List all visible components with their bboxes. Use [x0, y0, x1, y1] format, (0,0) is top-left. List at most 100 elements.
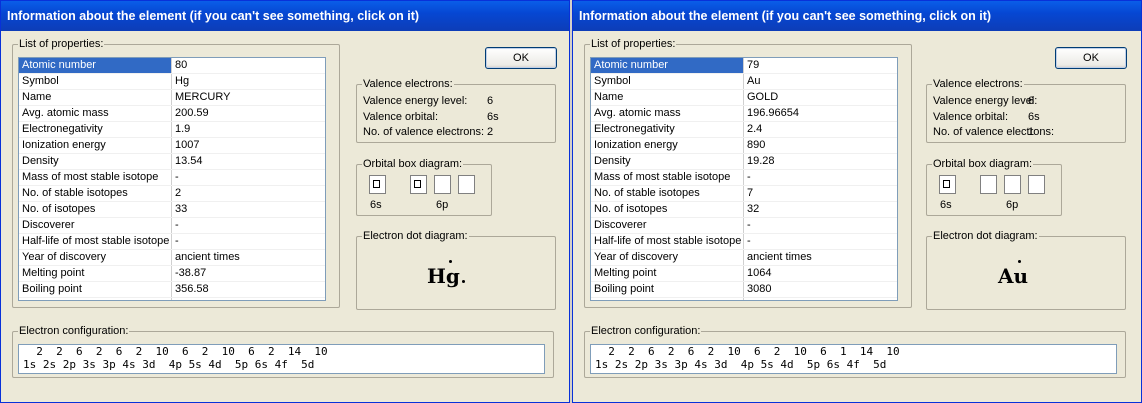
orbital-box-6p-2 [434, 175, 451, 194]
electron-dot-group[interactable]: Electron dot diagram: Au [926, 230, 1126, 310]
property-row[interactable]: Atomic number 80 [19, 58, 325, 74]
valence-level-value: 6 [487, 95, 494, 107]
property-row[interactable]: Mass of most stable isotope - [19, 170, 325, 186]
property-name: Electronegativity [591, 122, 744, 137]
property-value: 32 [747, 203, 760, 215]
properties-label: List of properties: [590, 38, 677, 50]
property-row[interactable]: Earth crust content0.000008 [19, 298, 325, 300]
property-value: 1064 [747, 267, 772, 279]
property-row[interactable]: Atomic number 79 [591, 58, 897, 74]
property-name: Earth crust content [19, 298, 172, 300]
electron-config-box[interactable]: 2 2 6 2 6 2 10 6 2 10 6 2 14 10 1s 2s 2p… [18, 344, 545, 374]
property-value: MERCURY [175, 91, 231, 103]
property-name: Density [19, 154, 172, 169]
orbital-box-group[interactable]: Orbital box diagram: 6s 6p [356, 158, 492, 216]
property-row[interactable]: No. of isotopes 32 [591, 202, 897, 218]
property-row[interactable]: Half-life of most stable isotope - [19, 234, 325, 250]
electron-config-box[interactable]: 2 2 6 2 6 2 10 6 2 10 6 1 14 10 1s 2s 2p… [590, 344, 1117, 374]
property-value: 0.000008 [172, 298, 221, 300]
orbital-box-label: Orbital box diagram: [362, 158, 464, 170]
property-value: Au [747, 75, 761, 87]
property-name: Discoverer [19, 218, 172, 233]
valence-dot-top [449, 260, 452, 263]
ok-button[interactable]: OK [1055, 47, 1127, 69]
valence-dot-right [462, 280, 465, 283]
property-row[interactable]: Half-life of most stable isotope - [591, 234, 897, 250]
orbital-box-6p-2 [1004, 175, 1021, 194]
property-row[interactable]: Discoverer - [591, 218, 897, 234]
properties-group: List of properties: Atomic number 80 Symbo… [12, 38, 340, 308]
property-row[interactable]: Electronegativity 2.4 [591, 122, 897, 138]
property-name: Half-life of most stable isotope [19, 234, 172, 249]
property-name: Avg. atomic mass [591, 106, 744, 121]
property-row[interactable]: Name MERCURY [19, 90, 325, 106]
properties-table[interactable]: Atomic number 80 Symbol Hg Name MERCURY Avg. a… [18, 57, 326, 301]
properties-table[interactable]: Atomic number 79 Symbol Au Name GOLD Avg. atom… [590, 57, 898, 301]
property-row[interactable]: No. of isotopes 33 [19, 202, 325, 218]
electron-config-group: Electron configuration: 2 2 6 2 6 2 10 6… [584, 325, 1126, 378]
property-name: Half-life of most stable isotope [591, 234, 744, 249]
electron-dot-group[interactable]: Electron dot diagram: Hg [356, 230, 556, 310]
valence-label: Valence electrons: [362, 78, 454, 90]
property-value: 3080 [747, 283, 772, 295]
orbital-box-6s [369, 175, 386, 194]
property-row[interactable]: Name GOLD [591, 90, 897, 106]
property-row[interactable]: Symbol Hg [19, 74, 325, 90]
property-value: 1.9 [175, 123, 191, 135]
property-name: Boiling point [591, 282, 744, 297]
property-row[interactable]: Earth crust content0.0000007 [591, 298, 897, 300]
property-row[interactable]: Year of discovery ancient times [591, 250, 897, 266]
orbital-box-6s [939, 175, 956, 194]
orbital-box-group[interactable]: Orbital box diagram: 6s 6p [926, 158, 1062, 216]
electron-config-label: Electron configuration: [590, 325, 702, 337]
property-row[interactable]: No. of stable isotopes 7 [591, 186, 897, 202]
property-value: 19.28 [747, 155, 775, 167]
property-row[interactable]: Electronegativity 1.9 [19, 122, 325, 138]
property-value: GOLD [747, 91, 779, 103]
property-row[interactable]: Ionization energy 1007 [19, 138, 325, 154]
window-title: Information about the element (if you ca… [573, 1, 1141, 31]
property-row[interactable]: Melting point 1064 [591, 266, 897, 282]
element-symbol: Hg [427, 264, 460, 288]
ok-button[interactable]: OK [485, 47, 557, 69]
property-value: 196.96654 [747, 107, 799, 119]
orbital-p-label: 6p [436, 199, 449, 211]
property-name: Earth crust content [591, 298, 744, 300]
electron-dot-label: Electron dot diagram: [362, 230, 469, 242]
property-name: No. of isotopes [591, 202, 744, 217]
property-value: 1007 [175, 139, 200, 151]
valence-count-value: 1 [1028, 126, 1035, 138]
valence-count-label: No. of valence electrons: [363, 126, 485, 138]
valence-electrons-group: Valence electrons: Valence energy level:… [356, 78, 556, 143]
config-orbitals: 1s 2s 2p 3s 3p 4s 3d 4p 5s 4d 5p 6s 4f 5… [595, 358, 887, 371]
property-row[interactable]: Year of discovery ancient times [19, 250, 325, 266]
property-row[interactable]: No. of stable isotopes 2 [19, 186, 325, 202]
property-value: 890 [747, 139, 766, 151]
element-symbol: Au [998, 264, 1029, 288]
property-row[interactable]: Melting point -38.87 [19, 266, 325, 282]
window-title: Information about the element (if you ca… [1, 1, 569, 31]
electron-up-arrow [414, 180, 421, 188]
property-row[interactable]: Boiling point 356.58 [19, 282, 325, 298]
property-row[interactable]: Density 13.54 [19, 154, 325, 170]
property-row[interactable]: Ionization energy 890 [591, 138, 897, 154]
property-name: Atomic number [591, 58, 744, 73]
property-row[interactable]: Symbol Au [591, 74, 897, 90]
orbital-box-6p-1 [410, 175, 427, 194]
valence-level-value: 6 [1028, 95, 1035, 107]
property-row[interactable]: Density 19.28 [591, 154, 897, 170]
property-value: - [747, 219, 751, 231]
valence-level-label: Valence energy level: [933, 95, 1038, 107]
property-row[interactable]: Avg. atomic mass 200.59 [19, 106, 325, 122]
property-name: Melting point [591, 266, 744, 281]
property-row[interactable]: Avg. atomic mass 196.96654 [591, 106, 897, 122]
property-name: Year of discovery [19, 250, 172, 265]
electron-config-label: Electron configuration: [18, 325, 130, 337]
property-name: Melting point [19, 266, 172, 281]
property-name: Ionization energy [591, 138, 744, 153]
valence-orbital-label: Valence orbital: [363, 111, 439, 123]
property-row[interactable]: Mass of most stable isotope - [591, 170, 897, 186]
property-row[interactable]: Boiling point 3080 [591, 282, 897, 298]
property-value: - [175, 171, 179, 183]
property-row[interactable]: Discoverer - [19, 218, 325, 234]
